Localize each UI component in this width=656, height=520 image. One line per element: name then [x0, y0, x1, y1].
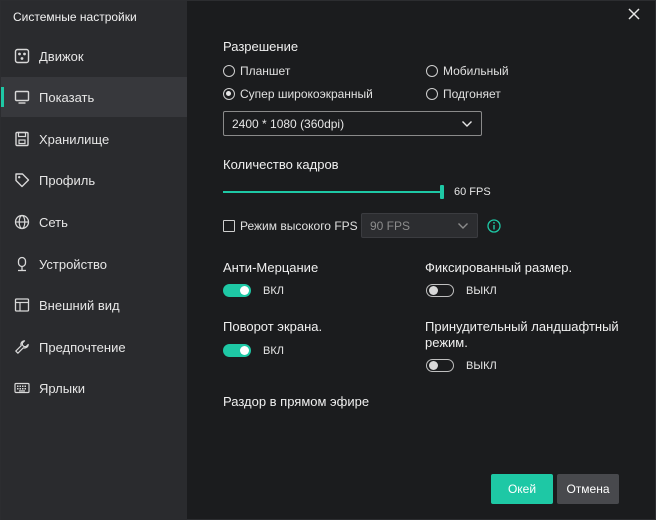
checkbox-box — [223, 220, 235, 232]
chevron-down-icon — [458, 223, 468, 229]
content-panel: Разрешение Планшет Мобильный Супер широк… — [187, 1, 656, 520]
fps-slider-thumb[interactable] — [440, 185, 444, 199]
sidebar-item-label: Сеть — [39, 214, 68, 230]
cancel-button[interactable]: Отмена — [557, 474, 619, 504]
fixed-size-state: ВЫКЛ — [466, 285, 497, 297]
sidebar-item-label: Предпочтение — [39, 339, 126, 355]
forced-landscape-state: ВЫКЛ — [466, 360, 497, 372]
globe-icon — [13, 213, 31, 231]
engine-icon — [13, 47, 31, 65]
toggle-knob — [429, 360, 438, 370]
window-title: Системные настройки — [13, 10, 137, 24]
wrench-icon — [13, 338, 31, 356]
radio-mobile[interactable]: Мобильный — [426, 64, 509, 78]
high-fps-dropdown-value: 90 FPS — [370, 218, 411, 233]
resolution-title: Разрешение — [223, 39, 299, 54]
forced-landscape-label: Принудительный ландшафтный режим. — [425, 319, 619, 350]
sidebar-item-shortcuts[interactable]: Ярлыки — [1, 368, 187, 408]
screen-rotation-state: ВКЛ — [263, 345, 284, 357]
anti-flicker-state: ВКЛ — [263, 285, 284, 297]
ok-button[interactable]: Окей — [491, 474, 553, 504]
sidebar-item-network[interactable]: Сеть — [1, 202, 187, 242]
toggle-knob — [240, 286, 249, 295]
screen-rotation-toggle[interactable] — [223, 344, 251, 357]
radio-dot — [426, 88, 438, 100]
monitor-icon — [13, 88, 31, 106]
discord-live-label: Раздор в прямом эфире — [223, 394, 370, 409]
tag-icon — [13, 171, 31, 189]
sidebar-item-label: Хранилище — [39, 131, 110, 147]
sidebar-item-label: Движок — [39, 48, 84, 64]
chevron-down-icon — [462, 121, 472, 127]
fps-slider-track[interactable] — [223, 191, 443, 193]
fixed-size-label: Фиксированный размер. — [425, 260, 573, 275]
resolution-dropdown-value: 2400 * 1080 (360dpi) — [232, 116, 345, 131]
anti-flicker-label: Анти-Мерцание — [223, 260, 319, 275]
framerate-title: Количество кадров — [223, 157, 339, 172]
resolution-dropdown[interactable]: 2400 * 1080 (360dpi) — [223, 111, 482, 136]
sidebar-item-profile[interactable]: Профиль — [1, 160, 187, 200]
fixed-size-toggle[interactable] — [426, 284, 454, 297]
storage-icon — [13, 130, 31, 148]
toggle-knob — [240, 346, 249, 355]
sidebar-item-label: Профиль — [39, 172, 96, 188]
sidebar: Системные настройки Движок Показать Хран… — [1, 1, 187, 520]
sidebar-item-label: Ярлыки — [39, 380, 86, 396]
radio-label: Мобильный — [443, 64, 509, 78]
radio-fit[interactable]: Подгоняет — [426, 87, 501, 101]
active-indicator — [1, 87, 4, 107]
radio-label: Планшет — [240, 64, 291, 78]
screen-rotation-label: Поворот экрана. — [223, 319, 323, 334]
sidebar-item-label: Показать — [39, 89, 95, 105]
forced-landscape-toggle[interactable] — [426, 359, 454, 372]
anti-flicker-toggle[interactable] — [223, 284, 251, 297]
settings-window: Системные настройки Движок Показать Хран… — [0, 0, 656, 520]
radio-label: Супер широкоэкранный — [240, 87, 373, 101]
sidebar-item-display[interactable]: Показать — [1, 77, 187, 117]
high-fps-label: Режим высокого FPS — [240, 219, 358, 233]
device-icon — [13, 255, 31, 273]
radio-dot-checked — [223, 88, 235, 100]
sidebar-item-device[interactable]: Устройство — [1, 244, 187, 284]
sidebar-item-preferences[interactable]: Предпочтение — [1, 327, 187, 367]
sidebar-item-label: Внешний вид — [39, 297, 120, 313]
high-fps-checkbox[interactable]: Режим высокого FPS — [223, 219, 358, 233]
appearance-icon — [13, 296, 31, 314]
sidebar-item-engine[interactable]: Движок — [1, 36, 187, 76]
high-fps-dropdown: 90 FPS — [361, 213, 478, 238]
sidebar-item-storage[interactable]: Хранилище — [1, 119, 187, 159]
sidebar-item-appearance[interactable]: Внешний вид — [1, 285, 187, 325]
sidebar-item-label: Устройство — [39, 256, 108, 272]
radio-dot — [426, 65, 438, 77]
keyboard-icon — [13, 379, 31, 397]
radio-label: Подгоняет — [443, 87, 501, 101]
info-icon[interactable] — [487, 219, 501, 233]
radio-tablet[interactable]: Планшет — [223, 64, 290, 78]
toggle-knob — [429, 285, 438, 295]
radio-super-widescreen[interactable]: Супер широкоэкранный — [223, 87, 373, 101]
radio-dot — [223, 65, 235, 77]
fps-value-label: 60 FPS — [454, 186, 491, 198]
